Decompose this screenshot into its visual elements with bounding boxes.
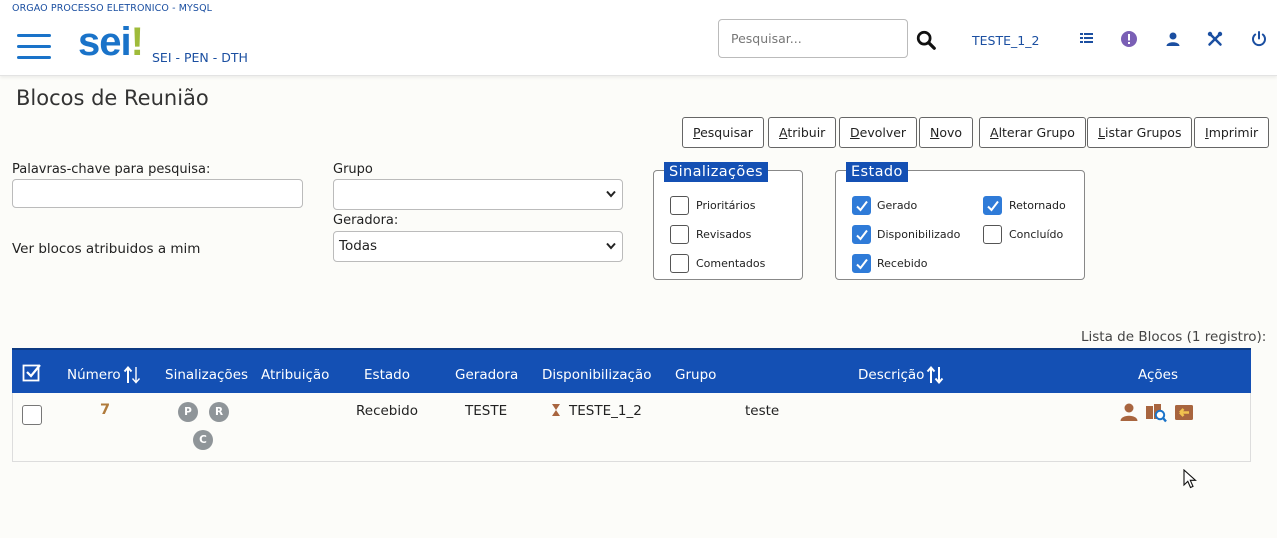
cell-descricao: teste xyxy=(745,403,780,419)
revisados-checkbox[interactable] xyxy=(670,225,689,244)
col-geradora: Geradora xyxy=(455,367,519,383)
gerado-checkbox[interactable] xyxy=(852,196,871,215)
user-icon[interactable] xyxy=(1164,30,1182,48)
page-title: Blocos de Reunião xyxy=(16,86,209,110)
system-subtitle: SEI - PEN - DTH xyxy=(152,50,248,65)
keywords-input[interactable] xyxy=(12,179,303,208)
generator-select[interactable]: Todas xyxy=(333,231,623,262)
keywords-label: Palavras-chave para pesquisa: xyxy=(12,162,211,177)
chevron-down-icon xyxy=(606,242,616,250)
novo-button[interactable]: Novo xyxy=(919,117,974,148)
search-input[interactable] xyxy=(718,19,908,58)
recebido-checkbox[interactable] xyxy=(852,254,871,273)
mouse-cursor-icon xyxy=(1183,469,1197,489)
estado-legend: Estado xyxy=(846,162,908,182)
col-disponibilizacao: Disponibilização xyxy=(542,367,652,383)
devolver-button[interactable]: Devolver xyxy=(839,117,918,148)
table-caption: Lista de Blocos (1 registro): xyxy=(1081,329,1267,345)
atribuir-button[interactable]: Atribuir xyxy=(768,117,837,148)
comentados-label: Comentados xyxy=(696,257,766,270)
row-checkbox[interactable] xyxy=(22,405,42,425)
power-icon[interactable] xyxy=(1250,30,1268,48)
disponibilizado-checkbox[interactable] xyxy=(852,225,871,244)
listar-grupos-button[interactable]: Listar Grupos xyxy=(1087,117,1193,148)
list-icon[interactable] xyxy=(1078,30,1096,48)
return-block-icon[interactable] xyxy=(1173,401,1195,423)
priority-badge[interactable]: P xyxy=(178,402,198,422)
cell-disponibilizacao: TESTE_1_2 xyxy=(569,403,642,419)
tools-icon[interactable] xyxy=(1206,30,1224,48)
col-grupo: Grupo xyxy=(675,367,717,383)
concluido-checkbox[interactable] xyxy=(983,225,1002,244)
revisados-label: Revisados xyxy=(696,228,752,241)
assigned-blocks-link[interactable]: Ver blocos atribuidos a mim xyxy=(12,241,200,257)
estado-fieldset: Estado Gerado Disponibilizado Recebido R… xyxy=(835,162,1085,280)
sinalizacoes-fieldset: Sinalizações Prioritários Revisados Come… xyxy=(653,162,803,280)
hourglass-icon xyxy=(552,404,560,416)
sort-icon[interactable] xyxy=(926,365,944,385)
menu-icon[interactable] xyxy=(17,34,51,60)
alterar-grupo-button[interactable]: Alterar Grupo xyxy=(979,117,1086,148)
comentados-checkbox[interactable] xyxy=(670,254,689,273)
prioritarios-checkbox[interactable] xyxy=(670,196,689,215)
select-all-icon[interactable] xyxy=(22,363,42,383)
col-estado: Estado xyxy=(364,367,410,383)
org-name: ORGAO PROCESSO ELETRONICO - MYSQL xyxy=(12,3,213,14)
gerado-label: Gerado xyxy=(877,199,918,212)
sort-icon[interactable] xyxy=(123,365,141,385)
cell-geradora: TESTE xyxy=(465,403,508,419)
retornado-label: Retornado xyxy=(1009,199,1066,212)
col-acoes: Ações xyxy=(1138,367,1179,383)
imprimir-button[interactable]: Imprimir xyxy=(1194,117,1270,148)
col-atribuicao: Atribuição xyxy=(261,367,330,383)
col-sinalizacoes: Sinalizações xyxy=(165,367,249,383)
table-header: Número Sinalizações Atribuição Estado Ge… xyxy=(12,348,1251,393)
recebido-label: Recebido xyxy=(877,257,928,270)
user-action-icon[interactable] xyxy=(1118,401,1140,423)
commented-badge[interactable]: C xyxy=(193,430,213,450)
reviewed-badge[interactable]: R xyxy=(209,402,229,422)
top-header: ORGAO PROCESSO ELETRONICO - MYSQL sei! S… xyxy=(0,0,1277,76)
col-descricao: Descrição xyxy=(858,367,925,383)
sinalizacoes-legend: Sinalizações xyxy=(664,162,768,182)
generator-label: Geradora: xyxy=(333,213,399,228)
sei-logo[interactable]: sei! xyxy=(78,19,144,65)
search-icon[interactable] xyxy=(915,29,937,51)
retornado-checkbox[interactable] xyxy=(983,196,1002,215)
concluido-label: Concluído xyxy=(1009,228,1064,241)
pesquisar-button[interactable]: Pesquisar xyxy=(682,117,764,148)
disponibilizado-label: Disponibilizado xyxy=(877,228,961,241)
search-documents-icon[interactable] xyxy=(1145,401,1167,423)
user-unit-link[interactable]: TESTE_1_2 xyxy=(972,33,1039,48)
block-number-link[interactable]: 7 xyxy=(100,402,110,418)
group-label: Grupo xyxy=(333,162,373,177)
prioritarios-label: Prioritários xyxy=(696,199,756,212)
group-select[interactable] xyxy=(333,179,623,210)
alert-icon[interactable] xyxy=(1120,30,1138,48)
col-numero: Número xyxy=(67,367,121,383)
chevron-down-icon xyxy=(606,190,616,198)
cell-estado: Recebido xyxy=(356,403,418,419)
